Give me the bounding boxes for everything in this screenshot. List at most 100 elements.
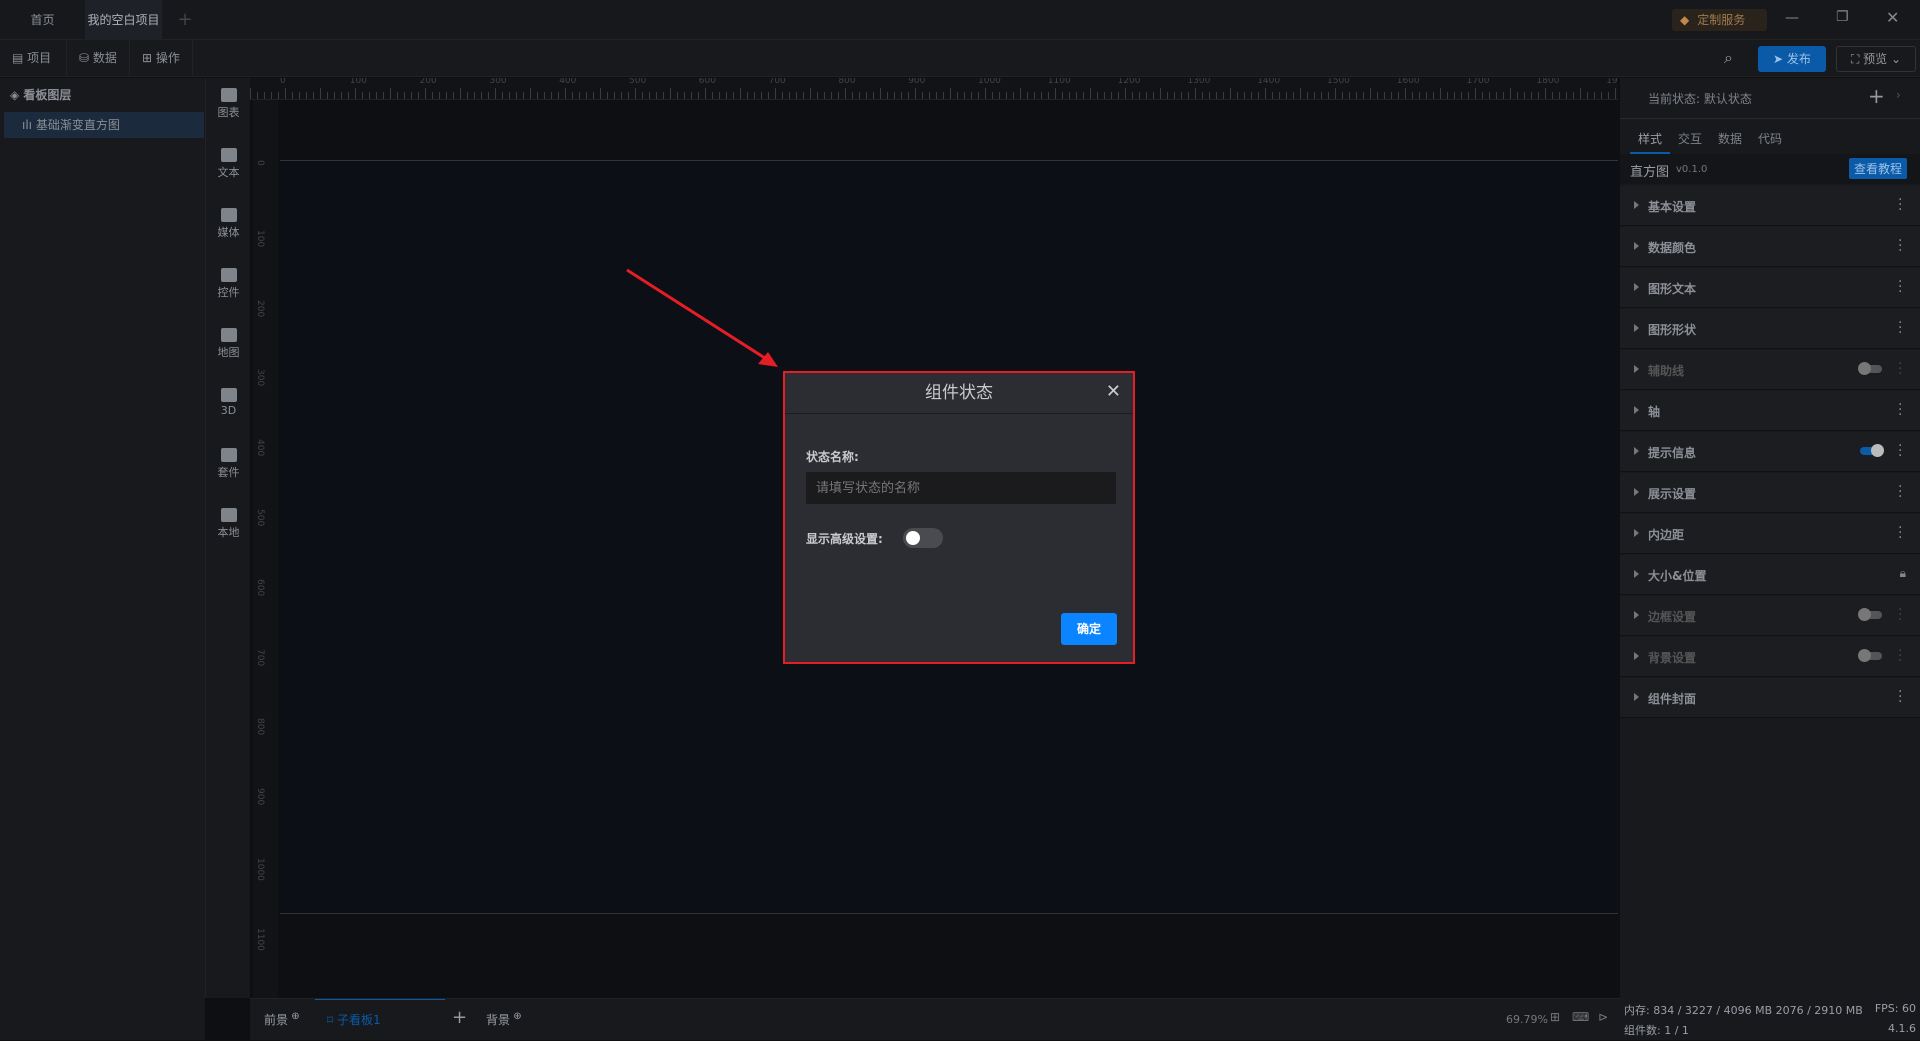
component-1[interactable]: 文本 (206, 148, 251, 180)
section-row[interactable]: 内边距 · · · (1620, 514, 1920, 554)
more-icon[interactable]: · · · (1898, 685, 1902, 709)
project-menu[interactable]: ▤ 项目 ⌄ (0, 40, 67, 102)
ruler-tick-label: 400 (255, 439, 265, 457)
ruler-tick-label: 900 (255, 788, 265, 806)
add-board-button[interactable]: + (452, 1007, 467, 1028)
more-icon[interactable]: · · · (1898, 521, 1902, 545)
section-label: 基本设置 (1648, 200, 1697, 214)
ruler-tick-label: 400 (559, 78, 577, 86)
ruler-vertical: 0 100 200 300 400 500 600 700 800 900 1000 1100 (253, 100, 278, 998)
section-toggle[interactable] (1858, 608, 1882, 621)
data-menu[interactable]: ⛁ 数据 ⌄ (67, 40, 130, 102)
component-0[interactable]: 图表 (206, 88, 251, 120)
lock-icon[interactable]: 🔒︎ (1900, 566, 1906, 581)
close-window-icon[interactable]: ✕ (1886, 8, 1899, 27)
more-icon[interactable]: · · · (1898, 316, 1902, 340)
publish-button[interactable]: ➤ 发布 (1758, 46, 1826, 72)
expand-icon (1634, 283, 1639, 291)
add-circle-icon[interactable]: ⊕ (510, 1011, 521, 1022)
component-label: 媒体 (217, 226, 240, 239)
component-label: 地图 (217, 346, 240, 359)
section-label: 图形形状 (1648, 323, 1697, 337)
section-row[interactable]: 数据颜色 · · · (1620, 227, 1920, 267)
component-7[interactable]: 本地 (206, 508, 251, 540)
more-icon[interactable]: · · · (1898, 357, 1902, 381)
section-row[interactable]: 背景设置 · · · (1620, 637, 1920, 677)
operate-menu[interactable]: ⊞ 操作 ⌄ (130, 40, 193, 102)
foreground-tab[interactable]: 前景 ⊕ (264, 1011, 300, 1028)
section-label: 边框设置 (1648, 610, 1697, 624)
keyboard-icon[interactable]: ⌨ (1572, 1010, 1589, 1024)
bar-chart-icon: ılı (22, 118, 33, 132)
diamond-icon: ◆ (1680, 13, 1690, 27)
fit-screen-icon[interactable]: ⊞ (1550, 1010, 1560, 1024)
ruler-tick-label: 1400 (1257, 78, 1281, 86)
minimize-icon[interactable]: — (1785, 10, 1799, 26)
component-3[interactable]: 控件 (206, 268, 251, 300)
more-icon[interactable]: · · · (1898, 644, 1902, 668)
state-name-input[interactable] (806, 472, 1116, 504)
expand-icon (1634, 201, 1639, 209)
section-toggle[interactable] (1858, 362, 1882, 375)
tab-2[interactable]: 数据 (1710, 130, 1750, 154)
preview-button[interactable]: ⛶ 预览 ⌄ (1836, 46, 1916, 72)
add-circle-icon[interactable]: ⊕ (288, 1011, 299, 1022)
more-icon[interactable]: · · · (1898, 398, 1902, 422)
advanced-settings-toggle[interactable] (903, 528, 943, 548)
section-row[interactable]: 辅助线 · · · (1620, 350, 1920, 390)
more-icon[interactable]: · · · (1898, 193, 1902, 217)
component-library: 图表文本媒体控件地图 3D 套件本地 (205, 78, 250, 998)
section-toggle[interactable] (1860, 444, 1884, 457)
more-icon[interactable]: · · · (1898, 603, 1902, 627)
section-row[interactable]: 图形形状 · · · (1620, 309, 1920, 349)
section-row[interactable]: 轴 · · · (1620, 391, 1920, 431)
section-row[interactable]: 大小&位置 🔒︎ (1620, 555, 1920, 595)
section-row[interactable]: 组件封面 · · · (1620, 678, 1920, 718)
chevron-right-icon[interactable]: › (1896, 88, 1901, 102)
component-icon (220, 388, 237, 402)
memory-status: 内存: 834 / 3227 / 4096 MB 2076 / 2910 MB (1624, 1004, 1863, 1017)
more-icon[interactable]: · · · (1898, 275, 1902, 299)
confirm-button[interactable]: 确定 (1061, 613, 1117, 645)
search-icon[interactable]: ⌕ (1724, 48, 1733, 68)
tab-project[interactable]: 我的空白项目 (85, 0, 162, 64)
tab-0[interactable]: 样式 (1630, 130, 1670, 154)
tutorial-button[interactable]: 查看教程 (1849, 158, 1908, 179)
section-label: 展示设置 (1648, 487, 1697, 501)
component-5[interactable]: 3D (206, 388, 251, 417)
annotation-arrow (626, 268, 778, 367)
terminal-icon[interactable]: ⊳ (1598, 1010, 1608, 1024)
section-row[interactable]: 边框设置 · · · (1620, 596, 1920, 636)
restore-icon[interactable]: ❐ (1836, 9, 1849, 25)
add-state-button[interactable]: + (1868, 84, 1885, 108)
custom-service-button[interactable]: ◆ 定制服务 (1672, 9, 1767, 31)
section-row[interactable]: 提示信息 · · · (1620, 432, 1920, 472)
component-4[interactable]: 地图 (206, 328, 251, 360)
tab-1[interactable]: 交互 (1670, 130, 1710, 154)
more-icon[interactable]: · · · (1898, 439, 1902, 463)
section-row[interactable]: 展示设置 · · · (1620, 473, 1920, 513)
more-icon[interactable]: · · · (1898, 480, 1902, 504)
current-state: 当前状态: 默认状态 (1648, 92, 1752, 106)
tab-home[interactable]: 首页 (0, 0, 85, 40)
close-icon[interactable]: ✕ (1106, 381, 1121, 402)
component-icon (220, 208, 237, 222)
zoom-level[interactable]: 69.79% (1506, 1013, 1548, 1026)
component-label: 本地 (217, 526, 240, 539)
data-label: 数据 (92, 51, 117, 65)
component-2[interactable]: 媒体 (206, 208, 251, 240)
section-toggle[interactable] (1858, 649, 1882, 662)
section-row[interactable]: 图形文本 · · · (1620, 268, 1920, 308)
sub-board-tab[interactable]: ⌑ 子看板1 (315, 999, 445, 1041)
layer-item[interactable]: ılı 基础渐变直方图 (4, 112, 204, 138)
more-icon[interactable]: · · · (1898, 234, 1902, 258)
add-tab-button[interactable]: + (170, 0, 200, 40)
component-6[interactable]: 套件 (206, 448, 251, 480)
expand-icon (1634, 529, 1639, 537)
section-label: 数据颜色 (1648, 241, 1697, 255)
section-row[interactable]: 基本设置 · · · (1620, 186, 1920, 226)
component-state-dialog: 组件状态 ✕ 状态名称: 显示高级设置: 确定 (783, 371, 1135, 664)
tab-3[interactable]: 代码 (1750, 130, 1790, 154)
background-tab[interactable]: 背景 ⊕ (486, 1011, 522, 1028)
component-icon (220, 268, 237, 282)
